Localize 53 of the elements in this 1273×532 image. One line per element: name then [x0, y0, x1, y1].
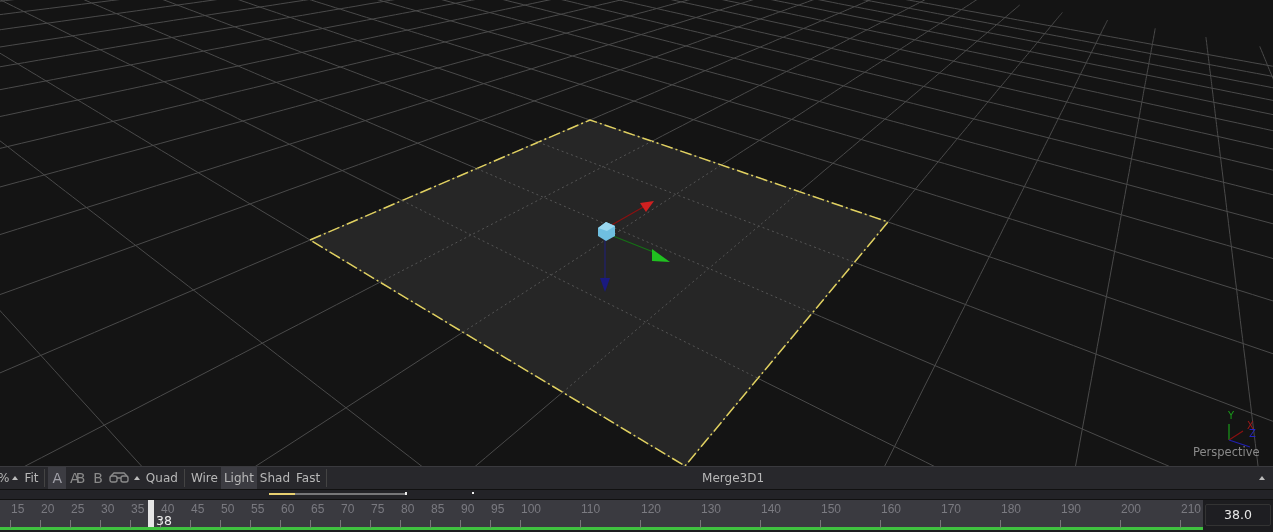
transform-gizmo-drawing[interactable]: [598, 201, 670, 292]
frame-tick-label: 190: [1061, 501, 1082, 517]
frame-tick-label: 15: [11, 501, 25, 517]
buffer-button[interactable]: B: [89, 467, 107, 489]
frame-tick-label: 80: [401, 501, 415, 517]
caret-icon[interactable]: [12, 476, 19, 480]
frame-tick-label: 40: [161, 501, 175, 516]
frame-tick-label: 110: [581, 501, 601, 517]
frame-field[interactable]: 38.0: [1205, 504, 1271, 526]
frame-tick-label: 140: [761, 501, 782, 517]
axis-label: Z: [1249, 428, 1256, 439]
3d-viewport[interactable]: X Y Z Perspective: [0, 0, 1273, 466]
glasses-icon[interactable]: [108, 472, 129, 484]
buffer-button[interactable]: AB: [66, 467, 90, 489]
frame-tick-label: 170: [941, 501, 962, 517]
frame-tick-label: 180: [1001, 501, 1022, 517]
frame-tick-label: 210: [1181, 501, 1202, 517]
layout-dropdown[interactable]: Quad: [142, 467, 181, 489]
frame-tick-label: 60: [281, 501, 295, 517]
render-mode-button[interactable]: Wire: [187, 467, 221, 489]
frame-tick-label: 70: [341, 501, 355, 517]
axis-label: X: [1247, 420, 1254, 431]
frame-tick-label: 20: [41, 501, 55, 517]
viewer-title: Merge3D1: [702, 470, 765, 487]
frame-tick-label: 50: [221, 501, 235, 517]
render-mode-button[interactable]: Shad: [256, 467, 294, 489]
frame-tick-label: 100: [521, 501, 542, 517]
frame-tick-label: 95: [491, 501, 505, 517]
frame-tick-label: 130: [701, 501, 722, 517]
axis-label: Y: [1228, 410, 1235, 421]
caret-icon[interactable]: [1259, 476, 1265, 480]
frame-tick-label: 200: [1121, 501, 1142, 517]
view-label: Perspective: [1193, 445, 1260, 459]
fit-dropdown[interactable]: Fit: [21, 467, 42, 489]
frame-tick-label: 85: [431, 501, 445, 517]
frame-tick-label: 30: [101, 501, 115, 517]
render-mode-button[interactable]: Fast: [293, 467, 324, 489]
timeline-ruler[interactable]: 15 20 25 30 35 40 45 50 55 60 65 70 75 80 85 90 95 100 110 120 130 140 150 160 170 180 190 200 210 38: [0, 500, 1203, 530]
frame-tick-label: 25: [71, 501, 85, 517]
buffer-button[interactable]: A: [48, 467, 67, 489]
caret-icon[interactable]: [133, 476, 140, 480]
frame-tick-label: 160: [881, 501, 902, 517]
frame-tick-label: 120: [641, 501, 662, 517]
render-mode-button[interactable]: Light: [220, 467, 257, 489]
frame-tick-label: 90: [461, 501, 475, 517]
current-frame-label: 38: [155, 513, 172, 530]
frame-tick-label: 35: [131, 501, 145, 517]
frame-tick-label: 45: [191, 501, 205, 517]
frame-tick-label: 65: [311, 501, 325, 517]
frame-tick-label: 55: [251, 501, 265, 517]
playhead[interactable]: [147, 500, 154, 527]
frame-tick-label: 75: [371, 501, 385, 517]
frame-tick-label: 150: [821, 501, 842, 517]
